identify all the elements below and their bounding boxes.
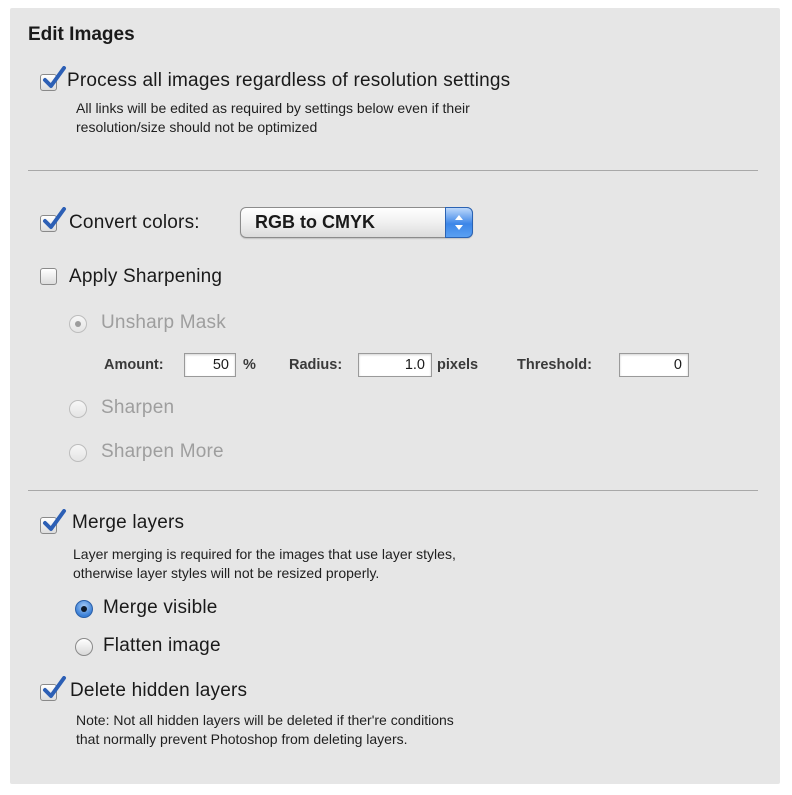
threshold-input[interactable]: 0: [619, 353, 689, 377]
merge-layers-label[interactable]: Merge layers: [72, 512, 184, 534]
sharpen-more-radio[interactable]: [69, 444, 87, 462]
sharpen-more-label[interactable]: Sharpen More: [101, 441, 224, 463]
amount-input[interactable]: 50: [184, 353, 236, 377]
amount-label: Amount:: [104, 357, 164, 373]
merge-visible-radio[interactable]: [75, 600, 93, 618]
checkmark-icon: [43, 66, 66, 88]
merge-layers-note-line1: Layer merging is required for the images…: [73, 546, 456, 562]
radius-unit: pixels: [437, 357, 479, 373]
radius-input[interactable]: 1.0: [358, 353, 432, 377]
delete-hidden-note-line2: that normally prevent Photoshop from del…: [76, 731, 408, 747]
checkmark-icon: [43, 207, 66, 229]
color-conversion-select[interactable]: RGB to CMYK: [240, 207, 473, 238]
unsharp-mask-radio[interactable]: [69, 315, 87, 333]
flatten-image-radio[interactable]: [75, 638, 93, 656]
convert-colors-label[interactable]: Convert colors:: [69, 212, 200, 234]
sharpen-label[interactable]: Sharpen: [101, 397, 174, 419]
process-all-note-line1: All links will be edited as required by …: [76, 100, 470, 116]
apply-sharpening-checkbox[interactable]: [40, 268, 57, 285]
convert-colors-checkbox[interactable]: [40, 207, 66, 232]
radius-label: Radius:: [289, 357, 343, 373]
delete-hidden-note-line1: Note: Not all hidden layers will be dele…: [76, 712, 454, 728]
select-arrows-icon: [445, 207, 473, 238]
section-title: Edit Images: [28, 24, 135, 45]
checkmark-icon: [43, 676, 66, 698]
amount-unit: %: [243, 357, 256, 373]
unsharp-mask-label[interactable]: Unsharp Mask: [101, 312, 226, 334]
process-all-checkbox[interactable]: [40, 66, 66, 91]
delete-hidden-layers-label[interactable]: Delete hidden layers: [70, 680, 247, 702]
delete-hidden-layers-checkbox[interactable]: [40, 676, 66, 701]
color-conversion-value: RGB to CMYK: [255, 212, 375, 232]
checkmark-icon: [43, 509, 66, 531]
apply-sharpening-label[interactable]: Apply Sharpening: [69, 266, 222, 288]
sharpen-radio[interactable]: [69, 400, 87, 418]
divider: [28, 490, 758, 491]
flatten-image-label[interactable]: Flatten image: [103, 635, 221, 657]
merge-visible-label[interactable]: Merge visible: [103, 597, 218, 619]
divider: [28, 170, 758, 171]
process-all-note-line2: resolution/size should not be optimized: [76, 119, 318, 135]
merge-layers-note-line2: otherwise layer styles will not be resiz…: [73, 565, 380, 581]
merge-layers-checkbox[interactable]: [40, 509, 66, 534]
process-all-label[interactable]: Process all images regardless of resolut…: [67, 70, 510, 92]
threshold-label: Threshold:: [517, 357, 592, 373]
